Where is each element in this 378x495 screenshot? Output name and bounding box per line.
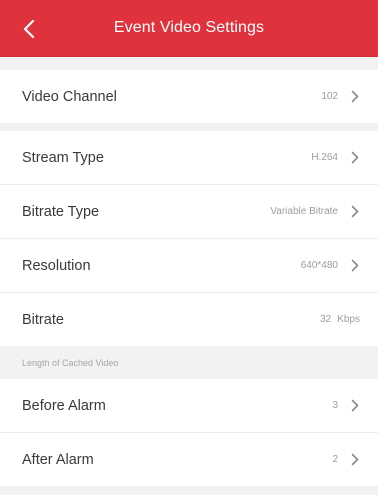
bitrate-unit: Kbps (337, 314, 360, 325)
resolution-row[interactable]: Resolution 640*480 (0, 239, 378, 292)
after-alarm-row[interactable]: After Alarm 2 (0, 433, 378, 486)
page-title: Event Video Settings (113, 19, 265, 36)
chevron-right-icon (350, 151, 360, 165)
cached-video-section-caption: Length of Cached Video (22, 358, 119, 368)
bitrate-type-value: Variable Bitrate (270, 206, 338, 217)
bitrate-label: Bitrate (22, 311, 64, 328)
stream-type-value: H.264 (311, 152, 338, 163)
chevron-right-icon (350, 205, 360, 219)
bitrate-row[interactable]: Bitrate 32 Kbps (0, 293, 378, 346)
chevron-left-icon (23, 20, 35, 38)
stream-type-row[interactable]: Stream Type H.264 (0, 131, 378, 184)
video-channel-value: 102 (321, 91, 338, 102)
chevron-right-icon (350, 259, 360, 273)
back-button[interactable] (14, 12, 44, 46)
chevron-right-icon (350, 90, 360, 104)
bitrate-type-label: Bitrate Type (22, 203, 100, 220)
bitrate-value: 32 (320, 314, 332, 325)
chevron-right-icon (350, 399, 360, 413)
before-alarm-label: Before Alarm (22, 397, 106, 414)
bitrate-input[interactable]: 32 Kbps (320, 314, 360, 325)
resolution-label: Resolution (22, 257, 91, 274)
before-alarm-row[interactable]: Before Alarm 3 (0, 379, 378, 432)
video-channel-row[interactable]: Video Channel 102 (0, 70, 378, 123)
stream-type-label: Stream Type (22, 149, 104, 166)
resolution-value: 640*480 (300, 260, 338, 271)
after-alarm-value: 2 (332, 454, 338, 465)
before-alarm-value: 3 (332, 400, 338, 411)
bitrate-type-row[interactable]: Bitrate Type Variable Bitrate (0, 185, 378, 238)
video-channel-label: Video Channel (22, 88, 117, 105)
after-alarm-label: After Alarm (22, 451, 94, 468)
chevron-right-icon (350, 453, 360, 467)
top-nav-bar: Event Video Settings (0, 0, 378, 57)
